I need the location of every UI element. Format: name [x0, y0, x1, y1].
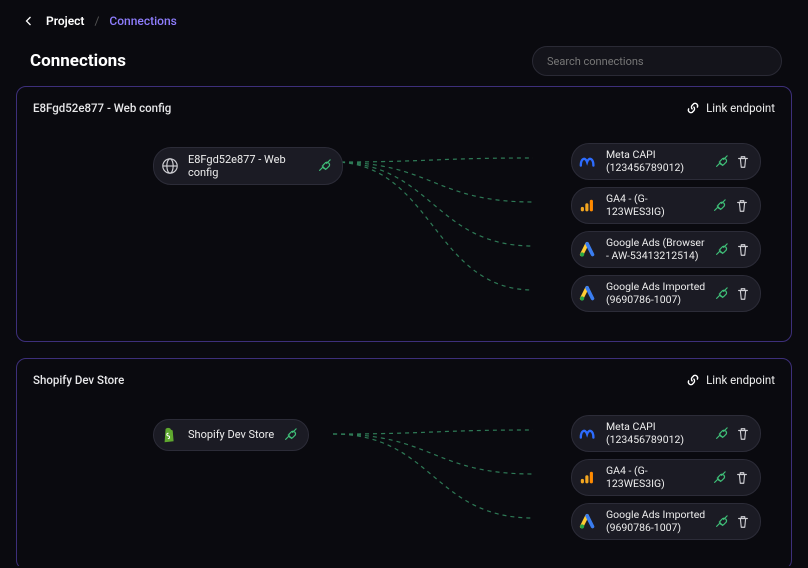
destination-node[interactable]: GA4 - (G-123WES3IG) [571, 459, 761, 496]
panel-title: Shopify Dev Store [33, 373, 124, 387]
trash-icon[interactable] [736, 426, 750, 442]
plug-icon[interactable] [714, 242, 728, 258]
plug-icon[interactable] [316, 158, 332, 174]
link-endpoint-button[interactable]: Link endpoint [686, 373, 775, 387]
destination-node[interactable]: Meta CAPI (123456789012) [571, 143, 761, 180]
globe-icon [160, 156, 180, 176]
source-node[interactable]: Shopify Dev Store [153, 419, 309, 451]
destination-label: Meta CAPI (123456789012) [606, 149, 706, 174]
ga4-icon [578, 196, 598, 216]
breadcrumb-project[interactable]: Project [46, 14, 84, 28]
destination-label: GA4 - (G-123WES3IG) [606, 193, 703, 218]
shopify-icon [160, 425, 180, 445]
trash-icon[interactable] [736, 514, 750, 530]
panel-title: E8Fgd52e877 - Web config [33, 101, 171, 115]
page-title: Connections [30, 51, 126, 71]
plug-icon[interactable] [714, 514, 728, 530]
destination-node[interactable]: Meta CAPI (123456789012) [571, 415, 761, 452]
trash-icon[interactable] [735, 198, 750, 214]
plug-icon[interactable] [711, 198, 726, 214]
source-node[interactable]: E8Fgd52e877 - Web config [153, 147, 343, 185]
breadcrumb-current: Connections [109, 14, 176, 28]
connection-panel: E8Fgd52e877 - Web config Link endpoint E… [16, 86, 792, 342]
source-label: E8Fgd52e877 - Web config [188, 153, 308, 179]
destination-node[interactable]: GA4 - (G-123WES3IG) [571, 187, 761, 224]
plug-icon[interactable] [711, 470, 726, 486]
link-endpoint-label: Link endpoint [706, 101, 775, 115]
trash-icon[interactable] [736, 286, 750, 302]
trash-icon[interactable] [735, 470, 750, 486]
destination-node[interactable]: Google Ads Imported (9690786-1007) [571, 275, 761, 312]
breadcrumb: Project / Connections [0, 0, 808, 36]
breadcrumb-separator: / [94, 14, 99, 28]
plug-icon[interactable] [714, 426, 728, 442]
plug-icon[interactable] [714, 286, 728, 302]
destination-label: GA4 - (G-123WES3IG) [606, 465, 703, 490]
trash-icon[interactable] [736, 242, 750, 258]
connection-panel: Shopify Dev Store Link endpoint Shopify … [16, 358, 792, 566]
trash-icon[interactable] [736, 154, 750, 170]
destination-label: Google Ads Imported (9690786-1007) [606, 509, 706, 534]
meta-icon [578, 152, 598, 172]
destination-label: Google Ads Imported (9690786-1007) [606, 281, 706, 306]
plug-icon[interactable] [714, 154, 728, 170]
gads-icon [578, 512, 598, 532]
destination-label: Google Ads (Browser - AW-53413212514) [606, 237, 706, 262]
link-endpoint-button[interactable]: Link endpoint [686, 101, 775, 115]
plug-icon[interactable] [282, 427, 298, 443]
destination-label: Meta CAPI (123456789012) [606, 421, 706, 446]
gads-icon [578, 240, 598, 260]
ga4-icon [578, 468, 598, 488]
link-endpoint-label: Link endpoint [706, 373, 775, 387]
search-input[interactable] [532, 46, 782, 76]
back-icon[interactable] [22, 14, 36, 28]
source-label: Shopify Dev Store [188, 428, 274, 441]
destination-node[interactable]: Google Ads Imported (9690786-1007) [571, 503, 761, 540]
meta-icon [578, 424, 598, 444]
gads-icon [578, 284, 598, 304]
destination-node[interactable]: Google Ads (Browser - AW-53413212514) [571, 231, 761, 268]
